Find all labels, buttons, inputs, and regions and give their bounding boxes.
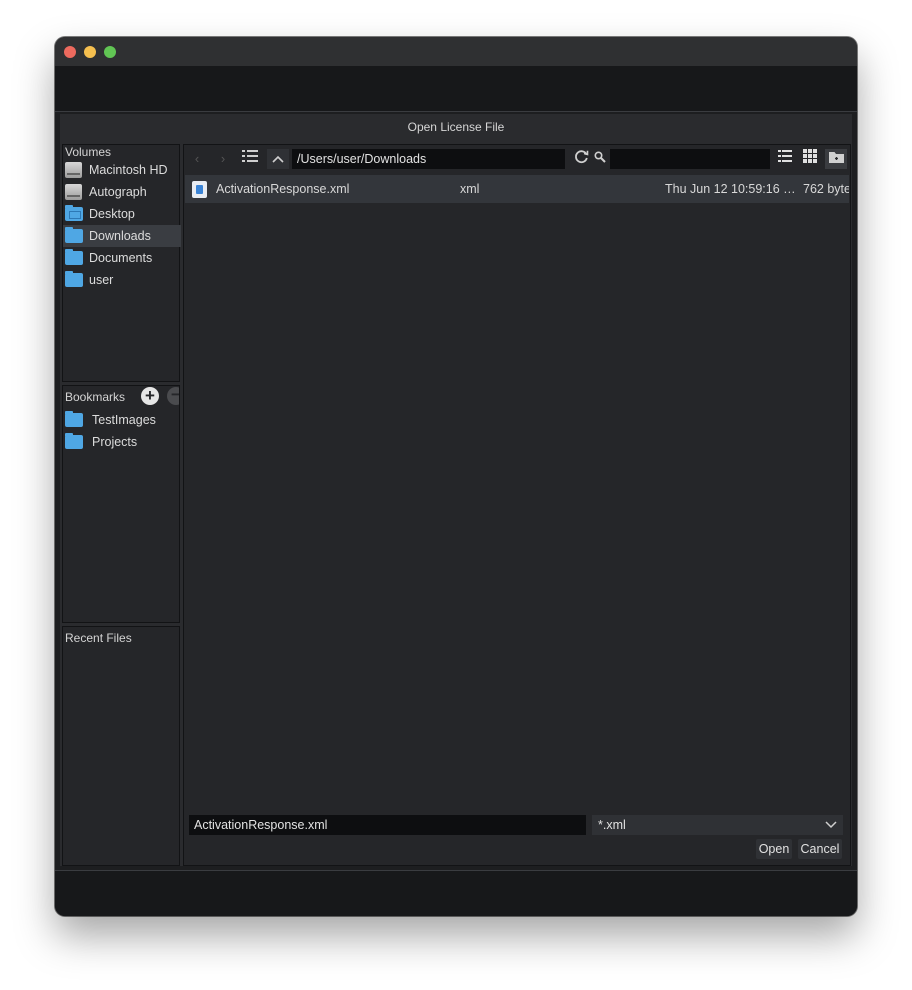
recent-files-panel: Recent Files [62,626,180,866]
app-status-area [55,870,857,916]
folder-icon [65,411,83,427]
parent-folder-button[interactable] [267,149,289,169]
history-list-button[interactable] [239,149,261,169]
open-button[interactable]: Open [756,839,792,859]
file-type-filter-select[interactable]: *.xml [592,815,843,835]
sidebar-item-projects[interactable]: Projects [63,431,179,453]
sidebar-item-label: Downloads [89,229,151,243]
sidebar-item-user[interactable]: user [63,269,181,291]
hard-drive-icon [65,162,82,178]
search-input[interactable] [610,149,770,169]
bookmarks-panel: Bookmarks + − TestImages Projects [62,385,180,623]
list-icon [242,150,258,162]
volumes-title: Volumes [65,145,112,159]
grid-view-icon [803,149,817,163]
app-window: Open License File Volumes Macintosh HD A… [55,37,857,916]
browser-toolbar: ‹ › /Users/user/Downloads [184,149,850,169]
close-window-button[interactable] [64,46,76,58]
back-button[interactable]: ‹ [186,149,208,169]
recent-files-title: Recent Files [65,631,132,645]
minimize-window-button[interactable] [84,46,96,58]
file-date: Thu Jun 12 10:59:16 … [665,182,796,196]
window-titlebar [55,37,857,66]
file-type: xml [460,182,480,196]
remove-bookmark-button[interactable]: − [167,386,179,405]
chevron-up-icon [272,155,284,163]
sidebar-item-label: user [89,273,114,287]
grid-view-button[interactable] [799,149,821,169]
folder-icon [65,433,83,449]
app-toolbar-area [55,66,857,112]
desktop-folder-icon [65,205,83,221]
folder-icon [65,249,83,265]
sidebar-item-macintosh-hd[interactable]: Macintosh HD [63,159,181,181]
sidebar-item-autograph[interactable]: Autograph [63,181,181,203]
search-button[interactable] [589,149,611,169]
search-icon [594,151,606,163]
list-view-button[interactable] [774,149,796,169]
sidebar-item-label: Desktop [89,207,135,221]
dialog-title: Open License File [407,120,505,134]
file-size: 762 byte [803,182,849,196]
new-folder-icon [828,152,844,163]
bookmarks-title: Bookmarks [65,390,126,404]
add-bookmark-button[interactable]: + [141,387,159,405]
zoom-window-button[interactable] [104,46,116,58]
sidebar-item-testimages[interactable]: TestImages [63,409,179,431]
sidebar-item-downloads[interactable]: Downloads [63,225,181,247]
folder-icon [65,227,83,243]
sidebar-item-label: Documents [89,251,153,265]
file-name: ActivationResponse.xml [216,182,350,196]
sidebar-item-label: Autograph [89,185,147,199]
file-row[interactable]: ActivationResponse.xml xml Thu Jun 12 10… [185,175,849,203]
folder-icon [65,271,83,287]
xml-file-icon [192,181,207,198]
filename-input[interactable]: ActivationResponse.xml [189,815,586,835]
sidebar-item-label: TestImages [92,413,156,427]
forward-button[interactable]: › [212,149,234,169]
sidebar-item-label: Macintosh HD [89,163,168,177]
hard-drive-icon [65,184,82,200]
sidebar-item-label: Projects [92,435,138,449]
chevron-down-icon [825,821,837,829]
sidebar-item-documents[interactable]: Documents [63,247,181,269]
filter-value: *.xml [598,818,626,832]
cancel-button[interactable]: Cancel [798,839,842,859]
list-view-icon [778,150,792,162]
open-file-dialog: Open License File Volumes Macintosh HD A… [60,114,852,866]
new-folder-button[interactable] [825,149,847,169]
file-browser-panel: ‹ › /Users/user/Downloads ActivationResp… [183,144,851,866]
sidebar-item-desktop[interactable]: Desktop [63,203,181,225]
path-field[interactable]: /Users/user/Downloads [292,149,565,169]
volumes-panel: Volumes Macintosh HD Autograph Desktop D… [62,144,181,382]
refresh-icon [574,150,588,164]
